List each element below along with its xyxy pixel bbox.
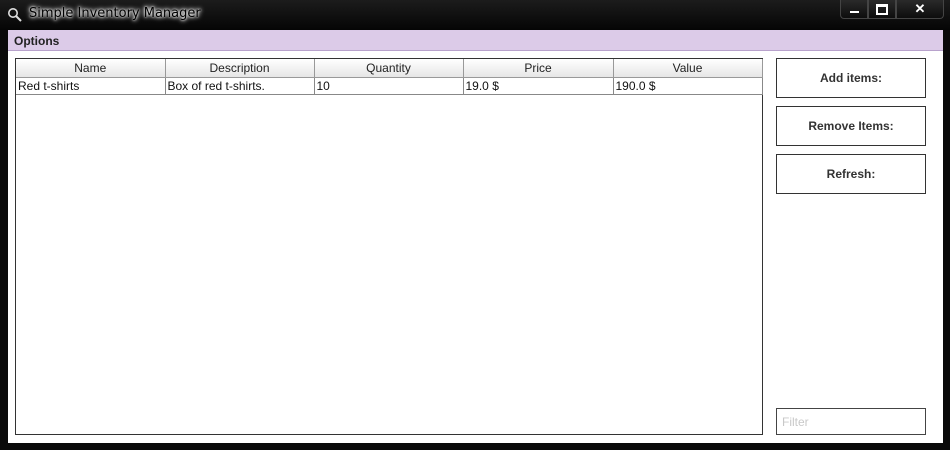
window-controls: ✕: [840, 0, 944, 20]
close-button[interactable]: ✕: [896, 0, 944, 19]
column-header-price[interactable]: Price: [463, 59, 614, 78]
remove-items-button[interactable]: Remove Items:: [776, 106, 926, 146]
minimize-icon: [849, 11, 859, 13]
filter-input[interactable]: [776, 408, 926, 435]
title-bar[interactable]: Simple Inventory Manager ✕: [0, 0, 950, 30]
maximize-button[interactable]: [868, 0, 896, 19]
cell-description[interactable]: Box of red t-shirts.: [165, 77, 315, 95]
cell-value[interactable]: 190.0 $: [613, 77, 763, 95]
maximize-icon: [876, 3, 888, 15]
window-title: Simple Inventory Manager: [29, 6, 201, 21]
add-items-button[interactable]: Add items:: [776, 58, 926, 98]
menu-bar: Options: [8, 30, 943, 51]
column-header-description[interactable]: Description: [165, 59, 315, 78]
refresh-button[interactable]: Refresh:: [776, 154, 926, 194]
table-row[interactable]: Red t-shirts Box of red t-shirts. 10 19.…: [16, 77, 763, 95]
menu-options[interactable]: Options: [14, 34, 59, 48]
close-icon: ✕: [914, 1, 926, 16]
app-window: Simple Inventory Manager ✕ Options Name …: [0, 0, 950, 450]
client-area: Options Name Description Quantity Price …: [8, 30, 943, 443]
cell-quantity[interactable]: 10: [314, 77, 464, 95]
cell-price[interactable]: 19.0 $: [463, 77, 614, 95]
minimize-button[interactable]: [840, 0, 868, 19]
column-header-quantity[interactable]: Quantity: [314, 59, 464, 78]
table-header-row: Name Description Quantity Price Value: [16, 59, 763, 78]
magnifier-icon: [7, 7, 23, 23]
cell-name[interactable]: Red t-shirts: [16, 77, 166, 95]
column-header-value[interactable]: Value: [613, 59, 763, 78]
column-header-name[interactable]: Name: [16, 59, 166, 78]
inventory-table[interactable]: Name Description Quantity Price Value Re…: [15, 58, 763, 435]
